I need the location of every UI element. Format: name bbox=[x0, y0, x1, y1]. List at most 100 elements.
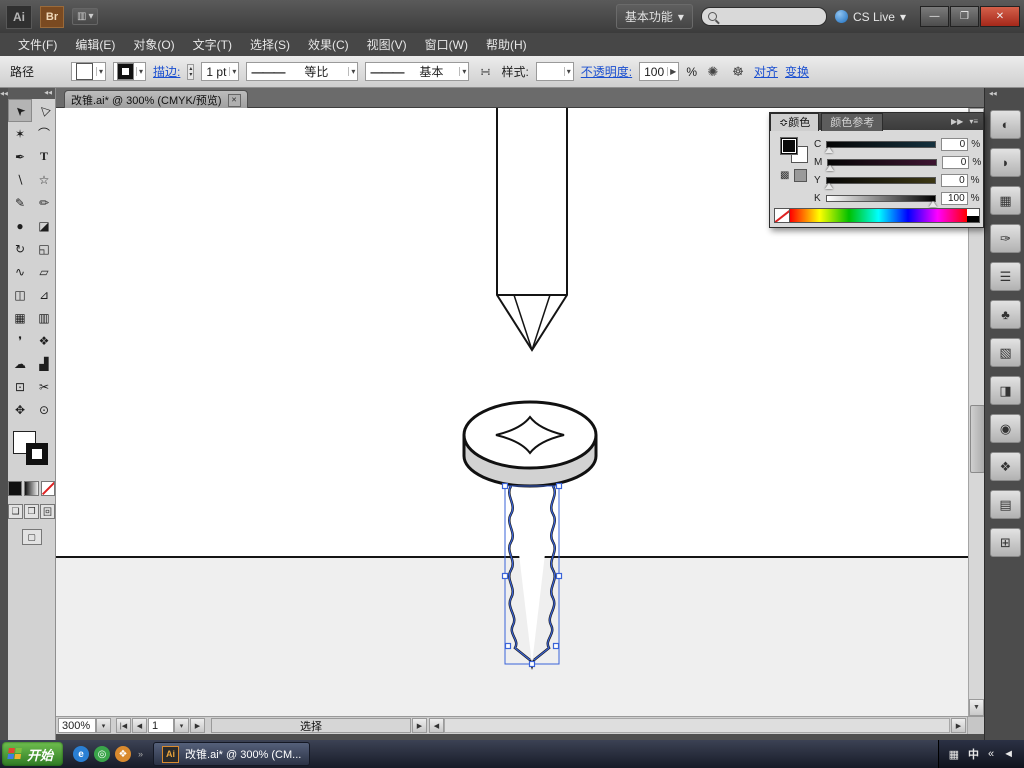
menu-effect[interactable]: 效果(C) bbox=[300, 33, 357, 56]
zoom-dropdown-icon[interactable]: ▾ bbox=[96, 718, 111, 733]
panel-dock-expand[interactable]: ◀◀ bbox=[985, 88, 1024, 103]
tool-star[interactable]: ☆ bbox=[32, 168, 56, 191]
brush-definition-dropdown[interactable]: ——— 基本 ▾ bbox=[365, 62, 469, 81]
color-button[interactable] bbox=[8, 481, 22, 496]
tray-collapse-icon[interactable]: « bbox=[988, 748, 994, 760]
tool-pen[interactable]: ✒ bbox=[8, 145, 32, 168]
next-artboard-button[interactable]: ▶ bbox=[190, 718, 205, 733]
tool-paintbrush[interactable]: ✎ bbox=[8, 191, 32, 214]
tool-eyedropper[interactable]: ❜ bbox=[8, 329, 32, 352]
channel-m-value[interactable]: 0 bbox=[942, 156, 969, 169]
tool-mesh[interactable]: ▦ bbox=[8, 306, 32, 329]
channel-y-slider[interactable] bbox=[826, 177, 936, 184]
tool-slice[interactable]: ✂ bbox=[32, 375, 56, 398]
tool-artboard[interactable]: ⊡ bbox=[8, 375, 32, 398]
layers-panel-button[interactable]: ▤ bbox=[990, 490, 1021, 519]
tool-graph[interactable]: ▟ bbox=[32, 352, 56, 375]
hscroll-left-icon[interactable]: ◀ bbox=[429, 718, 444, 733]
none-button[interactable] bbox=[41, 481, 55, 496]
browser-quicklaunch-icon[interactable]: e bbox=[73, 746, 89, 762]
step-down-icon[interactable]: ▾ bbox=[189, 72, 192, 78]
slider-pointer[interactable] bbox=[825, 147, 833, 153]
gamut-warning[interactable]: ▩ bbox=[780, 169, 807, 182]
panel-collapse-icon[interactable]: ▶▶ bbox=[951, 117, 963, 126]
tool-gradient[interactable]: ▥ bbox=[32, 306, 56, 329]
restore-button[interactable]: ❐ bbox=[950, 6, 979, 27]
menu-window[interactable]: 窗口(W) bbox=[417, 33, 476, 56]
keyboard-indicator-icon[interactable]: ▦ bbox=[949, 748, 959, 761]
panel-fill-proxy[interactable] bbox=[780, 137, 798, 155]
none-chip[interactable] bbox=[775, 209, 790, 222]
stroke-width-stepper[interactable]: ▴ ▾ bbox=[187, 64, 194, 80]
draw-inside-button[interactable]: 回 bbox=[40, 504, 55, 519]
channel-k-slider[interactable] bbox=[826, 195, 936, 202]
recolor-artwork-icon[interactable]: ✺ bbox=[704, 63, 722, 81]
workspace-switcher[interactable]: 基本功能 ▾ bbox=[616, 4, 693, 29]
menu-help[interactable]: 帮助(H) bbox=[478, 33, 535, 56]
vertical-scroll-thumb[interactable] bbox=[970, 405, 985, 473]
stroke-panel-button[interactable]: ☰ bbox=[990, 262, 1021, 291]
screw-head[interactable] bbox=[464, 402, 596, 486]
taskbar-app-button[interactable]: Ai 改锥.ai* @ 300% (CM... bbox=[153, 742, 310, 766]
document-tab[interactable]: 改锥.ai* @ 300% (CMYK/预览) ✕ bbox=[64, 90, 248, 109]
menu-type[interactable]: 文字(T) bbox=[185, 33, 240, 56]
left-dock-collapse[interactable]: ◀◀ bbox=[0, 88, 8, 740]
slider-pointer[interactable] bbox=[929, 201, 937, 207]
hscroll-right-icon[interactable]: ▶ bbox=[951, 718, 966, 733]
tool-perspective-grid[interactable]: ⊿ bbox=[32, 283, 56, 306]
menu-object[interactable]: 对象(O) bbox=[125, 33, 182, 56]
channel-c-slider[interactable] bbox=[826, 141, 936, 148]
search-box[interactable] bbox=[701, 7, 827, 26]
minimize-button[interactable]: — bbox=[920, 6, 949, 27]
horizontal-scrollbar[interactable] bbox=[444, 718, 950, 733]
arrange-documents-button[interactable]: ▥ ▾ bbox=[72, 8, 98, 25]
color-spectrum[interactable] bbox=[774, 208, 980, 223]
swatches-panel-button[interactable]: ▦ bbox=[990, 186, 1021, 215]
status-menu-icon[interactable]: ▶ bbox=[412, 718, 427, 733]
stroke-color-dropdown[interactable]: ▾ bbox=[113, 62, 146, 81]
draw-behind-button[interactable]: ❒ bbox=[24, 504, 39, 519]
menu-file[interactable]: 文件(F) bbox=[10, 33, 65, 56]
channel-m-slider[interactable] bbox=[827, 159, 937, 166]
zoom-field[interactable]: 300% bbox=[58, 718, 96, 733]
appearance-panel-button[interactable]: ◉ bbox=[990, 414, 1021, 443]
bridge-button[interactable]: Br bbox=[40, 6, 64, 28]
opacity-field[interactable]: 100 ▶ bbox=[639, 62, 679, 81]
language-indicator[interactable]: 中 bbox=[968, 746, 979, 762]
adjust-colors-icon[interactable]: ☸ bbox=[729, 63, 747, 81]
menu-select[interactable]: 选择(S) bbox=[242, 33, 298, 56]
tool-blend[interactable]: ❖ bbox=[32, 329, 56, 352]
media-quicklaunch-icon[interactable]: ◎ bbox=[94, 746, 110, 762]
graphic-styles-panel-button[interactable]: ❖ bbox=[990, 452, 1021, 481]
gradient-panel-button[interactable]: ▧ bbox=[990, 338, 1021, 367]
tool-shape-builder[interactable]: ◫ bbox=[8, 283, 32, 306]
artboards-panel-button[interactable]: ⊞ bbox=[990, 528, 1021, 557]
search-input[interactable] bbox=[721, 10, 815, 24]
color-guide-panel-button[interactable]: ◗ bbox=[990, 148, 1021, 177]
tool-pencil[interactable]: ✏ bbox=[32, 191, 56, 214]
stroke-proxy[interactable] bbox=[26, 443, 48, 465]
dashed-options-icon[interactable]: ∺ bbox=[476, 63, 494, 81]
transparency-panel-button[interactable]: ◨ bbox=[990, 376, 1021, 405]
width-profile-dropdown[interactable]: ——— 等比 ▾ bbox=[246, 62, 358, 81]
tool-hand[interactable]: ✥ bbox=[8, 398, 32, 421]
draw-normal-button[interactable]: ❑ bbox=[8, 504, 23, 519]
cs-live-button[interactable]: CS Live ▾ bbox=[835, 10, 906, 24]
tool-lasso[interactable]: ⌒ bbox=[32, 122, 56, 145]
document-close-icon[interactable]: ✕ bbox=[228, 94, 241, 107]
explorer-quicklaunch-icon[interactable]: ❖ bbox=[115, 746, 131, 762]
color-panel-button[interactable]: ◐ bbox=[990, 110, 1021, 139]
menu-view[interactable]: 视图(V) bbox=[359, 33, 415, 56]
tool-free-transform[interactable]: ▱ bbox=[32, 260, 56, 283]
artboard-field[interactable]: 1 bbox=[148, 718, 174, 733]
transform-link[interactable]: 变换 bbox=[785, 63, 809, 80]
start-button[interactable]: 开始 bbox=[2, 742, 63, 766]
tool-line-segment[interactable]: ∖ bbox=[8, 168, 32, 191]
tools-panel-collapse[interactable]: ◀◀ bbox=[8, 88, 55, 99]
stroke-width-dropdown[interactable]: 1 pt ▾ bbox=[201, 62, 239, 81]
channel-c-value[interactable]: 0 bbox=[941, 138, 968, 151]
gradient-button[interactable] bbox=[24, 481, 38, 496]
channel-y-value[interactable]: 0 bbox=[941, 174, 968, 187]
quicklaunch-more-icon[interactable]: » bbox=[138, 749, 143, 759]
screen-mode-button[interactable]: ▢ bbox=[22, 529, 42, 545]
